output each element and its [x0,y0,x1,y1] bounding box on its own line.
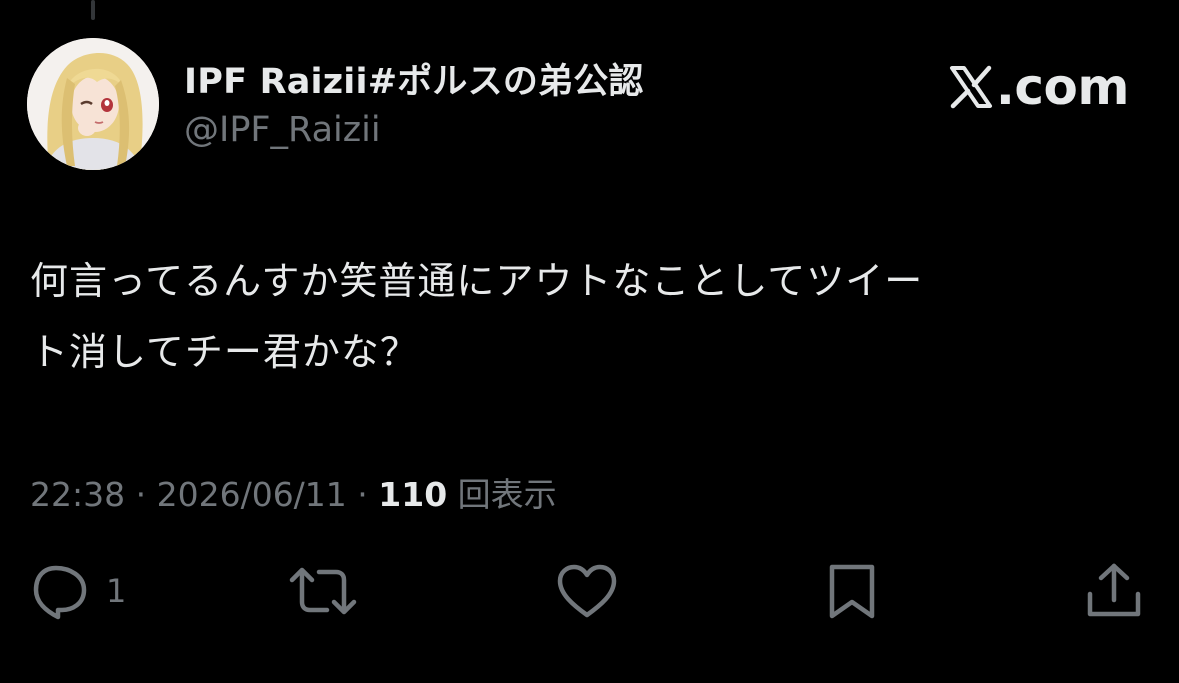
reply-button[interactable]: 1 [30,562,126,620]
brand-domain: .com [995,58,1130,116]
views-label: 回表示 [447,475,557,514]
display-name[interactable]: IPF Raizii#ポルスの弟公認 [184,53,644,104]
share-button[interactable] [1084,562,1144,620]
avatar[interactable] [27,38,159,170]
meta-separator: · [346,475,379,514]
reply-count: 1 [106,572,127,610]
share-icon [1087,563,1141,617]
retweet-button[interactable] [287,562,359,620]
user-handle[interactable]: @IPF_Raizii [184,110,381,150]
brand-label: .com [948,58,1130,116]
views-count: 110 [378,475,448,514]
tweet-date[interactable]: 2026/06/11 [157,475,347,514]
tweet-time[interactable]: 22:38 [30,475,125,514]
reply-icon [33,565,87,620]
bookmark-icon [829,564,875,619]
meta-separator: · [125,475,157,514]
tweet-text-line: ト消してチー君かな？ [30,330,419,374]
tweet-text-line: 何言ってるんすか笑普通にアウトなことしてツイー [30,259,924,303]
thread-line [91,0,95,20]
tweet-text: 何言ってるんすか笑普通にアウトなことしてツイー ト消してチー君かな？ [30,246,1150,388]
tweet-meta: 22:38 · 2026/06/11 · 110 回表示 [30,468,557,516]
like-button[interactable] [555,562,619,620]
anime-girl-avatar [27,38,159,170]
like-icon [557,564,617,618]
bookmark-button[interactable] [824,562,880,620]
retweet-icon [289,567,357,615]
x-logo-icon [949,65,992,109]
